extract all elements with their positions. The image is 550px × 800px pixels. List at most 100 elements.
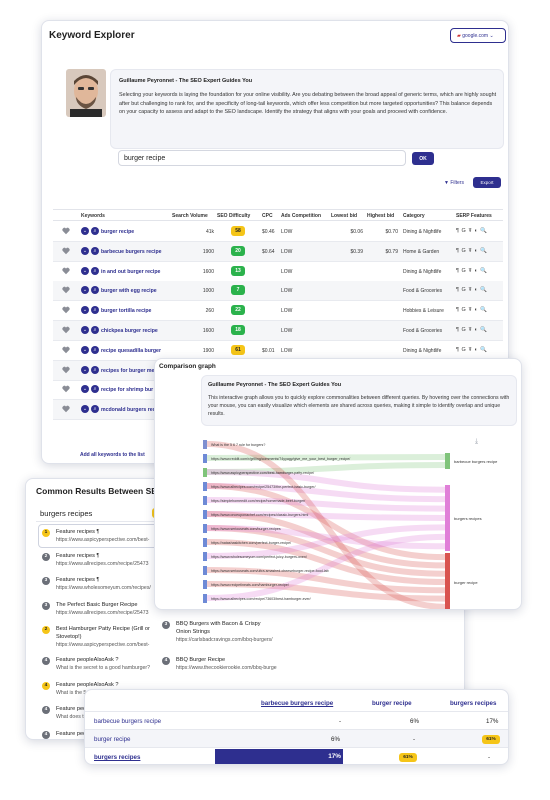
expand-icon[interactable]: ⌄ bbox=[81, 405, 89, 414]
col-highest-bid[interactable]: Highest bid bbox=[367, 213, 394, 219]
result-url[interactable]: https://www.aspicyperspective.com/best- bbox=[56, 537, 149, 543]
matrix-row-label[interactable]: burger recipe bbox=[94, 736, 130, 743]
search-engine-select[interactable]: ▰ google.com ⌄ bbox=[450, 28, 506, 43]
search-icon[interactable]: ⌕ bbox=[91, 385, 99, 394]
col-seo-difficulty[interactable]: SEO Difficulty bbox=[217, 213, 250, 219]
sankey-source-node[interactable] bbox=[203, 552, 207, 561]
filters-button[interactable]: ▼ Filters bbox=[444, 180, 464, 186]
sankey-query-node[interactable] bbox=[445, 553, 450, 609]
seo-difficulty-badge: 7 bbox=[231, 285, 245, 296]
search-icon[interactable]: ⌕ bbox=[91, 405, 99, 414]
download-icon[interactable]: ⤓ bbox=[475, 438, 478, 445]
search-volume: 260 bbox=[205, 308, 214, 315]
add-all-keywords-link[interactable]: Add all keywords to the list bbox=[80, 452, 145, 458]
engine-label: google.com bbox=[462, 33, 489, 39]
result-url[interactable]: https://carlsbadcravings.com/bbq-burgers… bbox=[176, 637, 273, 643]
highest-bid: $0.79 bbox=[385, 248, 398, 255]
result-url[interactable]: https://www.allrecipes.com/recipe/25473 bbox=[56, 561, 149, 567]
sankey-source-node[interactable] bbox=[203, 496, 207, 505]
matrix-header-burgers-recipes[interactable]: burgers recipes bbox=[450, 700, 496, 707]
matrix-header-burger-recipe[interactable]: burger recipe bbox=[372, 700, 412, 707]
matrix-cell: 6% bbox=[331, 736, 340, 743]
heart-icon[interactable] bbox=[62, 366, 70, 374]
sankey-source-node[interactable] bbox=[203, 538, 207, 547]
col-lowest-bid[interactable]: Lowest bid bbox=[331, 213, 357, 219]
search-icon[interactable]: ⌕ bbox=[91, 365, 99, 374]
comparison-graph-title: Comparison graph bbox=[159, 363, 216, 370]
sankey-source-node[interactable] bbox=[203, 482, 207, 491]
result-title: Feature peopleAlsoAsk ? bbox=[56, 681, 119, 688]
keyword-row[interactable]: ⌄ ⌕ burger tortilla recipe 260 22 LOW Hobbies … bbox=[53, 301, 503, 322]
matrix-cell: - bbox=[339, 718, 342, 725]
result-url[interactable]: What does t bbox=[56, 714, 84, 720]
sankey-source-label: https://www.aspicyperspective.com/best-h… bbox=[211, 471, 314, 475]
sankey-source-node[interactable] bbox=[203, 510, 207, 519]
col-keywords[interactable]: Keywords bbox=[81, 213, 105, 219]
sankey-source-label: What is the 5 6 7 rule for burgers? bbox=[211, 443, 265, 447]
export-button[interactable]: Export bbox=[473, 177, 501, 188]
sankey-source-node[interactable] bbox=[203, 454, 207, 463]
matrix-header-bbq[interactable]: barbecue burgers recipe bbox=[261, 700, 333, 707]
sankey-source-node[interactable] bbox=[203, 524, 207, 533]
result-url[interactable]: https://www.wholesomeyum.com/recipes/ bbox=[56, 585, 151, 591]
serp-feature-icons: ¶ G ☤ ◐ 🔍 bbox=[456, 307, 488, 314]
keyword-row[interactable]: ⌄ ⌕ chickpea burger recipe 1600 18 LOW Food & … bbox=[53, 321, 503, 341]
expert-quote-box: Guillaume Peyronnet - The SEO Expert Gui… bbox=[110, 69, 504, 149]
result-url[interactable]: https://www.allrecipes.com/recipe/25473 bbox=[56, 610, 149, 616]
flag-icon: ▰ bbox=[457, 33, 461, 39]
matrix-row-label[interactable]: burgers recipes bbox=[94, 754, 140, 761]
sankey-source-node[interactable] bbox=[203, 468, 207, 477]
matrix-row-label[interactable]: barbecue burgers recipe bbox=[94, 718, 161, 725]
keyword-link[interactable]: mcdonald burgers rec bbox=[101, 407, 155, 413]
sankey-query-node[interactable] bbox=[445, 453, 450, 469]
category: Home & Garden bbox=[403, 248, 440, 255]
result-item[interactable]: 4 BBQ Burger Recipe https://www.thecookier… bbox=[162, 655, 412, 679]
sankey-graph[interactable]: ⤓ What is the 5 6 7 rule for burgers? http… bbox=[155, 433, 522, 609]
result-url[interactable]: https://www.thecookierookie.com/bbq-burg… bbox=[176, 665, 277, 671]
expand-icon[interactable]: ⌄ bbox=[81, 385, 89, 394]
col-cpc[interactable]: CPC bbox=[262, 213, 273, 219]
heart-icon[interactable] bbox=[62, 405, 70, 413]
sankey-source-node[interactable] bbox=[203, 440, 207, 449]
category: Dining & Nightlife bbox=[403, 268, 442, 275]
sankey-source-node[interactable] bbox=[203, 566, 207, 575]
rank-badge: 2 bbox=[42, 552, 50, 561]
chevron-down-icon: ⌄ bbox=[489, 33, 494, 39]
sankey-query-label: burgers recipes bbox=[454, 516, 482, 521]
sankey-source-node[interactable] bbox=[203, 580, 207, 589]
col-category[interactable]: Category bbox=[403, 213, 425, 219]
keyword-row[interactable]: ⌄ ⌕ barbecue burgers recipe 1900 20 $0.64 LOW $… bbox=[53, 241, 503, 262]
seo-difficulty-badge: 13 bbox=[231, 265, 245, 276]
result-item[interactable]: 3 BBQ Burgers with Bacon & Crispy Onion St… bbox=[162, 619, 412, 643]
result-title: Feature peopleAlsoAsk ? bbox=[56, 657, 119, 663]
heart-icon[interactable] bbox=[62, 385, 70, 393]
result-title: Feature recipes ¶ bbox=[56, 577, 100, 583]
category: Food & Groceries bbox=[403, 288, 443, 295]
expand-icon[interactable]: ⌄ bbox=[81, 365, 89, 374]
result-url[interactable]: https://www.aspicyperspective.com/best- bbox=[56, 642, 149, 648]
keyword-row[interactable]: ⌄ ⌕ burger with egg recipe 1000 7 LOW Food & G… bbox=[53, 281, 503, 302]
author-avatar bbox=[163, 376, 197, 416]
keyword-row[interactable]: ⌄ ⌕ burger recipe 41k 58 $0.46 LOW $0.06 $0.70 Di… bbox=[53, 222, 503, 242]
comparison-graph-panel: Comparison graph Guillaume Peyronnet - T… bbox=[154, 358, 522, 610]
col-search-volume[interactable]: Search Volume bbox=[172, 213, 208, 219]
sankey-source-node[interactable] bbox=[203, 594, 207, 603]
keyword-search-input[interactable]: burger recipe bbox=[118, 150, 406, 166]
serp-feature-icons: ¶ G ☤ ◐ 🔍 bbox=[456, 228, 488, 234]
cpc-value: $0.01 bbox=[262, 347, 275, 354]
ok-button[interactable]: OK bbox=[412, 152, 434, 165]
sankey-source-label: https://www.wholesomeyum.com/perfect-jui… bbox=[211, 555, 307, 559]
keyword-explorer-title: Keyword Explorer bbox=[49, 30, 135, 41]
sankey-query-node[interactable] bbox=[445, 485, 450, 551]
keyword-row[interactable]: ⌄ ⌕ in and out burger recipe 1600 13 LOW Dinin… bbox=[53, 262, 503, 282]
result-url[interactable]: What is the secret to a good hamburger? bbox=[56, 665, 150, 671]
sankey-source-label: https://www.recipetineats.com/hamburger-… bbox=[211, 583, 289, 587]
col-ads-competition[interactable]: Ads Competition bbox=[281, 213, 321, 219]
ads-competition: LOW bbox=[281, 347, 293, 354]
col-serp-features[interactable]: SERP Features bbox=[456, 213, 492, 219]
keyword-link[interactable]: recipes for burger me bbox=[101, 368, 154, 374]
keyword-link[interactable]: recipe for shrimp bur bbox=[101, 387, 153, 393]
result-title-cont: Onion Strings bbox=[176, 629, 210, 635]
result-url[interactable]: What to put bbox=[56, 739, 83, 740]
expert-quote-box: Guillaume Peyronnet - The SEO Expert Gui… bbox=[201, 375, 517, 426]
